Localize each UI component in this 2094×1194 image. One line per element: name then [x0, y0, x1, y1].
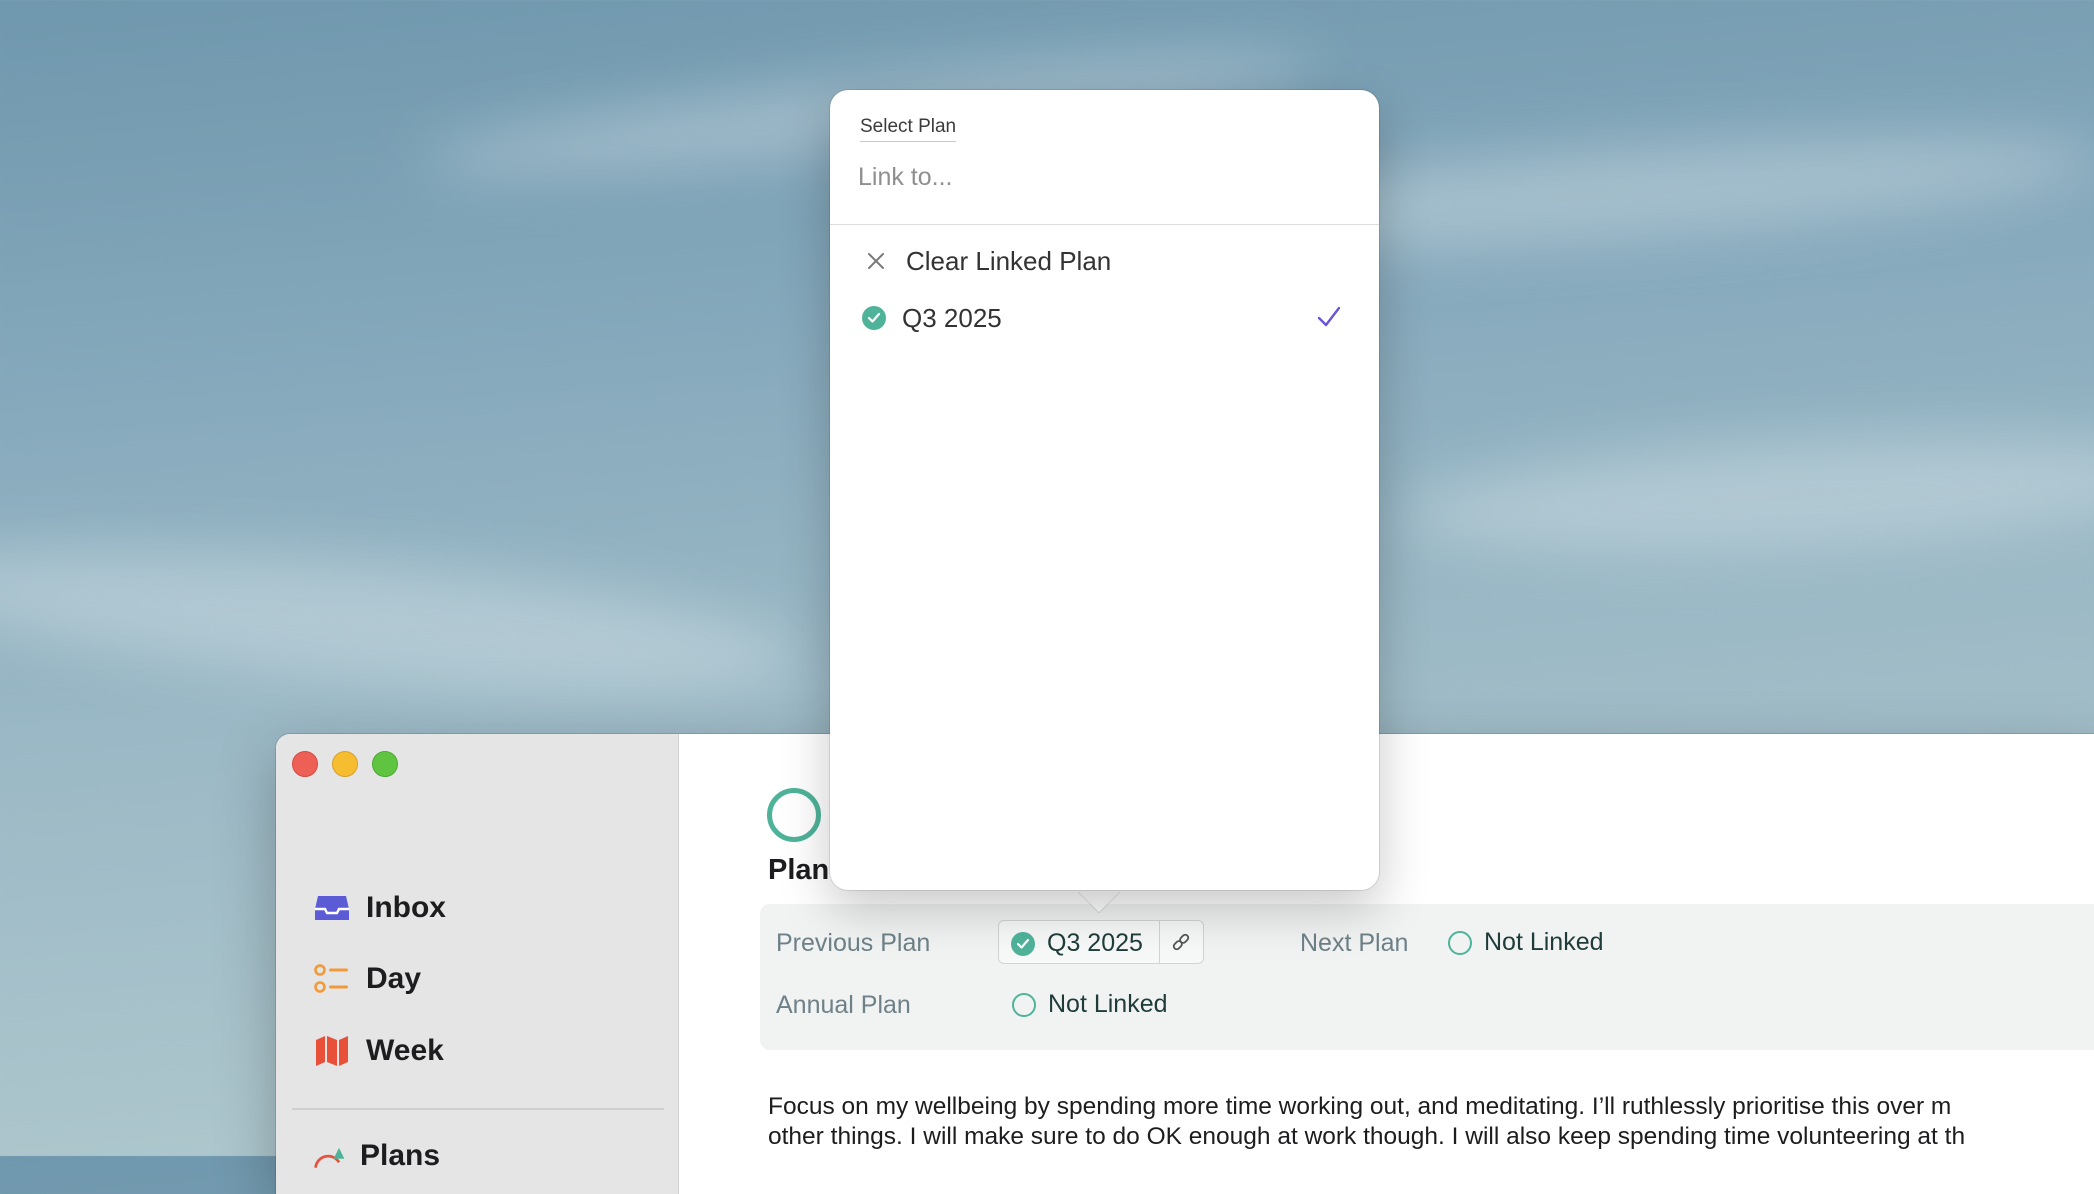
- description-line: other things. I will make sure to do OK …: [768, 1123, 1966, 1150]
- sidebar-item-day[interactable]: Day: [314, 956, 421, 1002]
- popover-divider: [830, 224, 1379, 225]
- inbox-icon: [314, 890, 350, 926]
- close-icon: [866, 251, 886, 271]
- description-line: Focus on my wellbeing by spending more t…: [768, 1093, 1952, 1120]
- link-icon[interactable]: [1171, 932, 1191, 957]
- select-plan-popover: Select Plan Clear Linked Plan Q3 2025: [830, 90, 1379, 890]
- sidebar: Inbox Day Week Plans: [276, 734, 679, 1194]
- sidebar-item-label: Plans: [360, 1139, 441, 1172]
- clear-linked-plan-option[interactable]: Clear Linked Plan: [860, 239, 1350, 283]
- sidebar-item-week[interactable]: Week: [314, 1028, 444, 1074]
- page-title: Plan: [768, 854, 830, 886]
- checklist-icon: [314, 961, 350, 997]
- previous-plan-value: Q3 2025: [1047, 929, 1143, 957]
- sidebar-item-label: Day: [366, 962, 422, 995]
- sidebar-item-inbox[interactable]: Inbox: [314, 885, 446, 931]
- next-plan-label: Next Plan: [1300, 929, 1409, 957]
- map-icon: [314, 1033, 350, 1069]
- sky-cloud: [0, 521, 804, 719]
- selected-checkmark-icon: [1316, 304, 1342, 335]
- completed-check-icon: [1011, 931, 1035, 956]
- unlinked-circle-icon: [1012, 992, 1036, 1017]
- plans-icon: [312, 1138, 348, 1174]
- clear-linked-plan-label: Clear Linked Plan: [906, 245, 1112, 276]
- plan-option-label: Q3 2025: [902, 302, 1002, 333]
- plan-description[interactable]: Focus on my wellbeing by spending more t…: [768, 1092, 2094, 1152]
- sidebar-item-label: Inbox: [366, 891, 446, 924]
- completed-check-icon: [862, 306, 886, 330]
- annual-plan-chip[interactable]: Not Linked: [1012, 990, 1168, 1019]
- link-search-input[interactable]: [856, 156, 1340, 198]
- sidebar-item-plans[interactable]: Plans: [312, 1138, 440, 1174]
- window-zoom-button[interactable]: [372, 751, 398, 777]
- window-close-button[interactable]: [292, 751, 318, 777]
- plan-option-q3-2025[interactable]: Q3 2025: [860, 296, 1350, 340]
- popover-title: Select Plan: [860, 116, 957, 142]
- window-minimize-button[interactable]: [332, 751, 358, 777]
- previous-plan-label: Previous Plan: [776, 929, 931, 957]
- sky-cloud: [1397, 419, 2094, 571]
- next-plan-chip[interactable]: Not Linked: [1448, 928, 1604, 957]
- annual-plan-label: Annual Plan: [776, 991, 911, 1019]
- plan-status-toggle[interactable]: [767, 788, 821, 842]
- sidebar-divider: [292, 1108, 664, 1110]
- sidebar-item-label: Week: [366, 1034, 444, 1067]
- unlinked-circle-icon: [1448, 930, 1472, 955]
- previous-plan-chip[interactable]: Q3 2025: [998, 920, 1204, 964]
- next-plan-value: Not Linked: [1484, 928, 1604, 956]
- annual-plan-value: Not Linked: [1048, 990, 1168, 1018]
- plan-links-panel: Previous Plan Q3 2025 Next Plan Not Link…: [760, 904, 2094, 1050]
